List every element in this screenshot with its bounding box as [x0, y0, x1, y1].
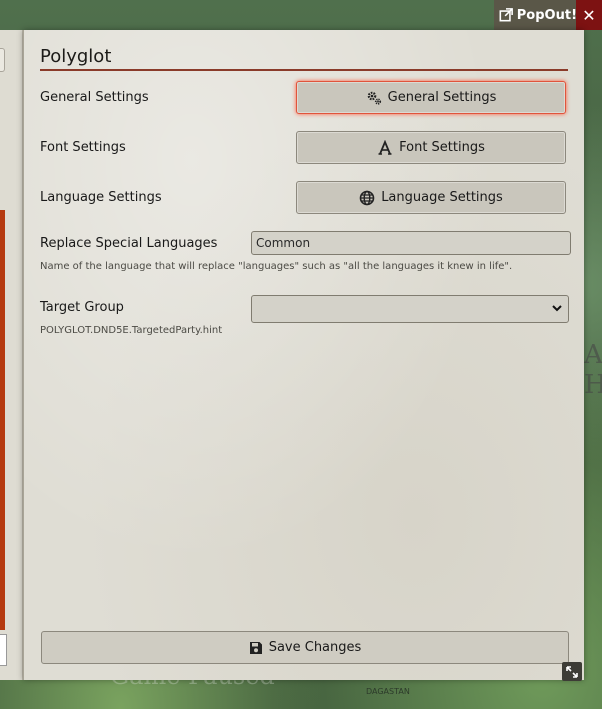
chevron-down-icon [552, 305, 562, 312]
window-resize-handle[interactable] [562, 662, 582, 681]
map-side-letters: A H [584, 340, 602, 400]
language-settings-label: Language Settings [40, 190, 162, 205]
map-place-label: DAGASTAN [366, 687, 410, 696]
popout-button[interactable]: PopOut! [493, 0, 582, 30]
target-group-hint: POLYGLOT.DND5E.TargetedParty.hint [40, 325, 223, 336]
save-changes-label: Save Changes [268, 640, 362, 655]
target-group-label: Target Group [40, 300, 124, 315]
general-settings-button-label: General Settings [387, 90, 497, 105]
replace-special-languages-hint: Name of the language that will replace "… [40, 261, 513, 272]
polyglot-settings-window: Polyglot General Settings General Settin… [23, 30, 584, 680]
general-settings-label: General Settings [40, 90, 149, 105]
target-group-select[interactable] [251, 295, 569, 323]
cogs-icon [367, 91, 381, 105]
font-icon [378, 139, 392, 155]
window-header-controls: PopOut! [493, 0, 582, 30]
sidebar-footer-box [0, 634, 7, 666]
left-sidebar-panel [0, 30, 23, 680]
floppy-disk-icon [249, 641, 262, 654]
general-settings-button[interactable]: General Settings [296, 81, 566, 114]
save-changes-button[interactable]: Save Changes [41, 631, 569, 664]
page-title: Polyglot [40, 46, 568, 71]
font-settings-button[interactable]: Font Settings [296, 131, 566, 164]
font-settings-label: Font Settings [40, 140, 126, 155]
expand-icon [566, 665, 578, 678]
external-link-icon [499, 8, 513, 22]
font-settings-button-label: Font Settings [399, 140, 485, 155]
replace-special-languages-label: Replace Special Languages [40, 236, 218, 251]
popout-label: PopOut! [516, 7, 577, 23]
close-icon: ✕ [582, 5, 596, 25]
language-settings-button-label: Language Settings [381, 190, 503, 205]
sidebar-scroll-bar[interactable] [0, 210, 5, 630]
language-settings-button[interactable]: Language Settings [296, 181, 566, 214]
sidebar-tab[interactable] [0, 48, 5, 72]
globe-icon [359, 190, 375, 205]
replace-special-languages-input[interactable]: Common [251, 231, 571, 255]
close-button[interactable]: ✕ [576, 0, 602, 30]
